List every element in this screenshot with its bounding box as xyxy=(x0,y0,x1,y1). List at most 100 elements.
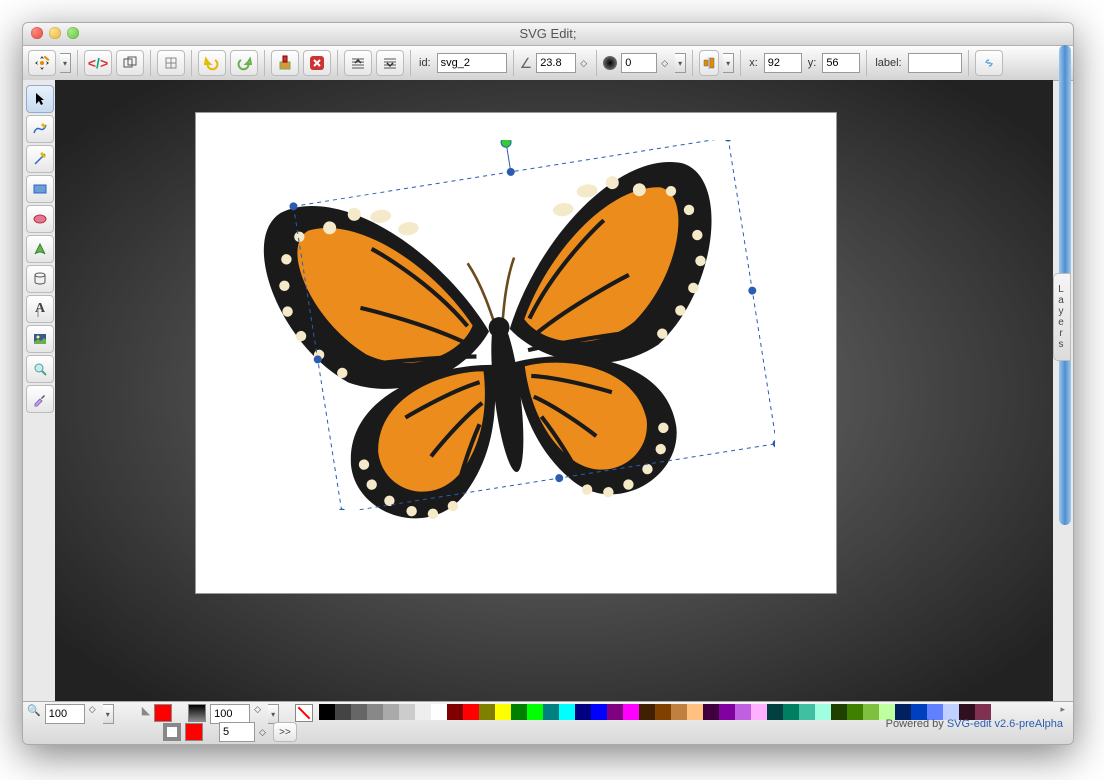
path-tool[interactable] xyxy=(26,235,54,263)
palette-color[interactable] xyxy=(863,704,879,720)
palette-color[interactable] xyxy=(703,704,719,720)
palette-color[interactable] xyxy=(383,704,399,720)
id-input[interactable] xyxy=(437,53,507,73)
no-color-swatch[interactable] xyxy=(295,704,313,722)
rect-tool[interactable] xyxy=(26,175,54,203)
stroke-width-input[interactable] xyxy=(219,722,255,742)
palette-color[interactable] xyxy=(415,704,431,720)
undo-button[interactable] xyxy=(198,50,226,76)
stroke-width-spinner[interactable]: ◇ xyxy=(259,727,269,738)
palette-color[interactable] xyxy=(559,704,575,720)
stroke-style-swatch[interactable] xyxy=(163,723,181,741)
blur-spinner[interactable]: ◇ xyxy=(661,58,671,69)
canvas-area[interactable] xyxy=(55,80,1053,706)
palette-color[interactable] xyxy=(751,704,767,720)
zoom-dropdown[interactable]: ▾ xyxy=(103,704,114,724)
align-dropdown[interactable]: ▾ xyxy=(723,53,734,73)
palette-color[interactable] xyxy=(511,704,527,720)
y-label: y: xyxy=(808,57,817,69)
palette-color[interactable] xyxy=(447,704,463,720)
palette-color[interactable] xyxy=(367,704,383,720)
palette-color[interactable] xyxy=(575,704,591,720)
top-toolbar: ▾ </> id: ∠ ◇ ◇ ▾ ▾ x: y: labe xyxy=(23,46,1073,81)
palette-color[interactable] xyxy=(655,704,671,720)
palette-color[interactable] xyxy=(815,704,831,720)
palette-color[interactable] xyxy=(831,704,847,720)
move-bottom-button[interactable] xyxy=(376,50,404,76)
window-title: SVG Edit; xyxy=(519,26,576,41)
palette-color[interactable] xyxy=(319,704,335,720)
palette-scroll-icon[interactable]: ▸ xyxy=(1056,704,1069,715)
x-input[interactable] xyxy=(764,53,802,73)
palette-color[interactable] xyxy=(543,704,559,720)
palette-color[interactable] xyxy=(335,704,351,720)
palette-color[interactable] xyxy=(527,704,543,720)
rotate-spinner[interactable]: ◇ xyxy=(580,58,590,69)
palette-color[interactable] xyxy=(431,704,447,720)
fill-color-swatch[interactable] xyxy=(154,704,172,722)
source-button[interactable]: </> xyxy=(84,50,112,76)
main-menu-dropdown[interactable]: ▾ xyxy=(60,53,71,73)
move-top-button[interactable] xyxy=(344,50,372,76)
stroke-color-swatch[interactable] xyxy=(188,704,206,722)
secondary-color-swatch[interactable] xyxy=(185,723,203,741)
palette-color[interactable] xyxy=(623,704,639,720)
eyedropper-tool[interactable] xyxy=(26,385,54,413)
palette-color[interactable] xyxy=(671,704,687,720)
angle-icon: ∠ xyxy=(520,55,533,72)
rotate-input[interactable] xyxy=(536,53,576,73)
palette-color[interactable] xyxy=(783,704,799,720)
stroke-more-button[interactable]: >> xyxy=(273,722,297,742)
palette-color[interactable] xyxy=(463,704,479,720)
palette-color[interactable] xyxy=(847,704,863,720)
palette-color[interactable] xyxy=(479,704,495,720)
palette-color[interactable] xyxy=(735,704,751,720)
ellipse-tool[interactable] xyxy=(26,205,54,233)
link-button[interactable] xyxy=(975,50,1003,76)
clone-button[interactable] xyxy=(271,50,299,76)
select-tool[interactable] xyxy=(26,85,54,113)
palette-color[interactable] xyxy=(719,704,735,720)
text-tool[interactable]: A| xyxy=(26,295,54,323)
close-button[interactable] xyxy=(31,27,43,39)
palette-color[interactable] xyxy=(687,704,703,720)
x-label: x: xyxy=(749,57,758,69)
pencil-tool[interactable] xyxy=(26,115,54,143)
redo-button[interactable] xyxy=(230,50,258,76)
fill-dropdown[interactable]: ▾ xyxy=(268,704,279,724)
palette-color[interactable] xyxy=(767,704,783,720)
butterfly-image[interactable] xyxy=(196,113,836,593)
zoom-tool[interactable] xyxy=(26,355,54,383)
wireframe-button[interactable] xyxy=(116,50,144,76)
zoom-button[interactable] xyxy=(67,27,79,39)
credit-text: Powered by SVG-edit v2.6-preAlpha xyxy=(886,718,1063,730)
delete-button[interactable] xyxy=(303,50,331,76)
y-input[interactable] xyxy=(822,53,860,73)
line-tool[interactable] xyxy=(26,145,54,173)
shapelib-tool[interactable] xyxy=(26,265,54,293)
palette-color[interactable] xyxy=(591,704,607,720)
main-menu-button[interactable] xyxy=(28,50,56,76)
zoom-input[interactable] xyxy=(45,704,85,724)
align-button[interactable] xyxy=(699,50,719,76)
palette-color[interactable] xyxy=(639,704,655,720)
grid-button[interactable] xyxy=(157,50,185,76)
blur-input[interactable] xyxy=(621,53,657,73)
zoom-spinner[interactable]: ◇ xyxy=(89,704,99,715)
label-input[interactable] xyxy=(908,53,962,73)
blur-dropdown[interactable]: ▾ xyxy=(675,53,686,73)
label-label: label: xyxy=(875,57,901,69)
fill-opacity-input[interactable] xyxy=(210,704,250,724)
minimize-button[interactable] xyxy=(49,27,61,39)
window: SVG Edit; ▾ </> id: ∠ ◇ ◇ ▾ ▾ xyxy=(22,22,1074,745)
palette-color[interactable] xyxy=(495,704,511,720)
palette-color[interactable] xyxy=(799,704,815,720)
credit-link[interactable]: SVG-edit v2.6-preAlpha xyxy=(947,718,1063,730)
image-tool[interactable] xyxy=(26,325,54,353)
palette-color[interactable] xyxy=(607,704,623,720)
svg-canvas[interactable] xyxy=(195,112,837,594)
palette-color[interactable] xyxy=(399,704,415,720)
fill-spinner[interactable]: ◇ xyxy=(254,704,264,715)
layers-panel-tab[interactable]: Layers xyxy=(1053,273,1071,361)
palette-color[interactable] xyxy=(351,704,367,720)
